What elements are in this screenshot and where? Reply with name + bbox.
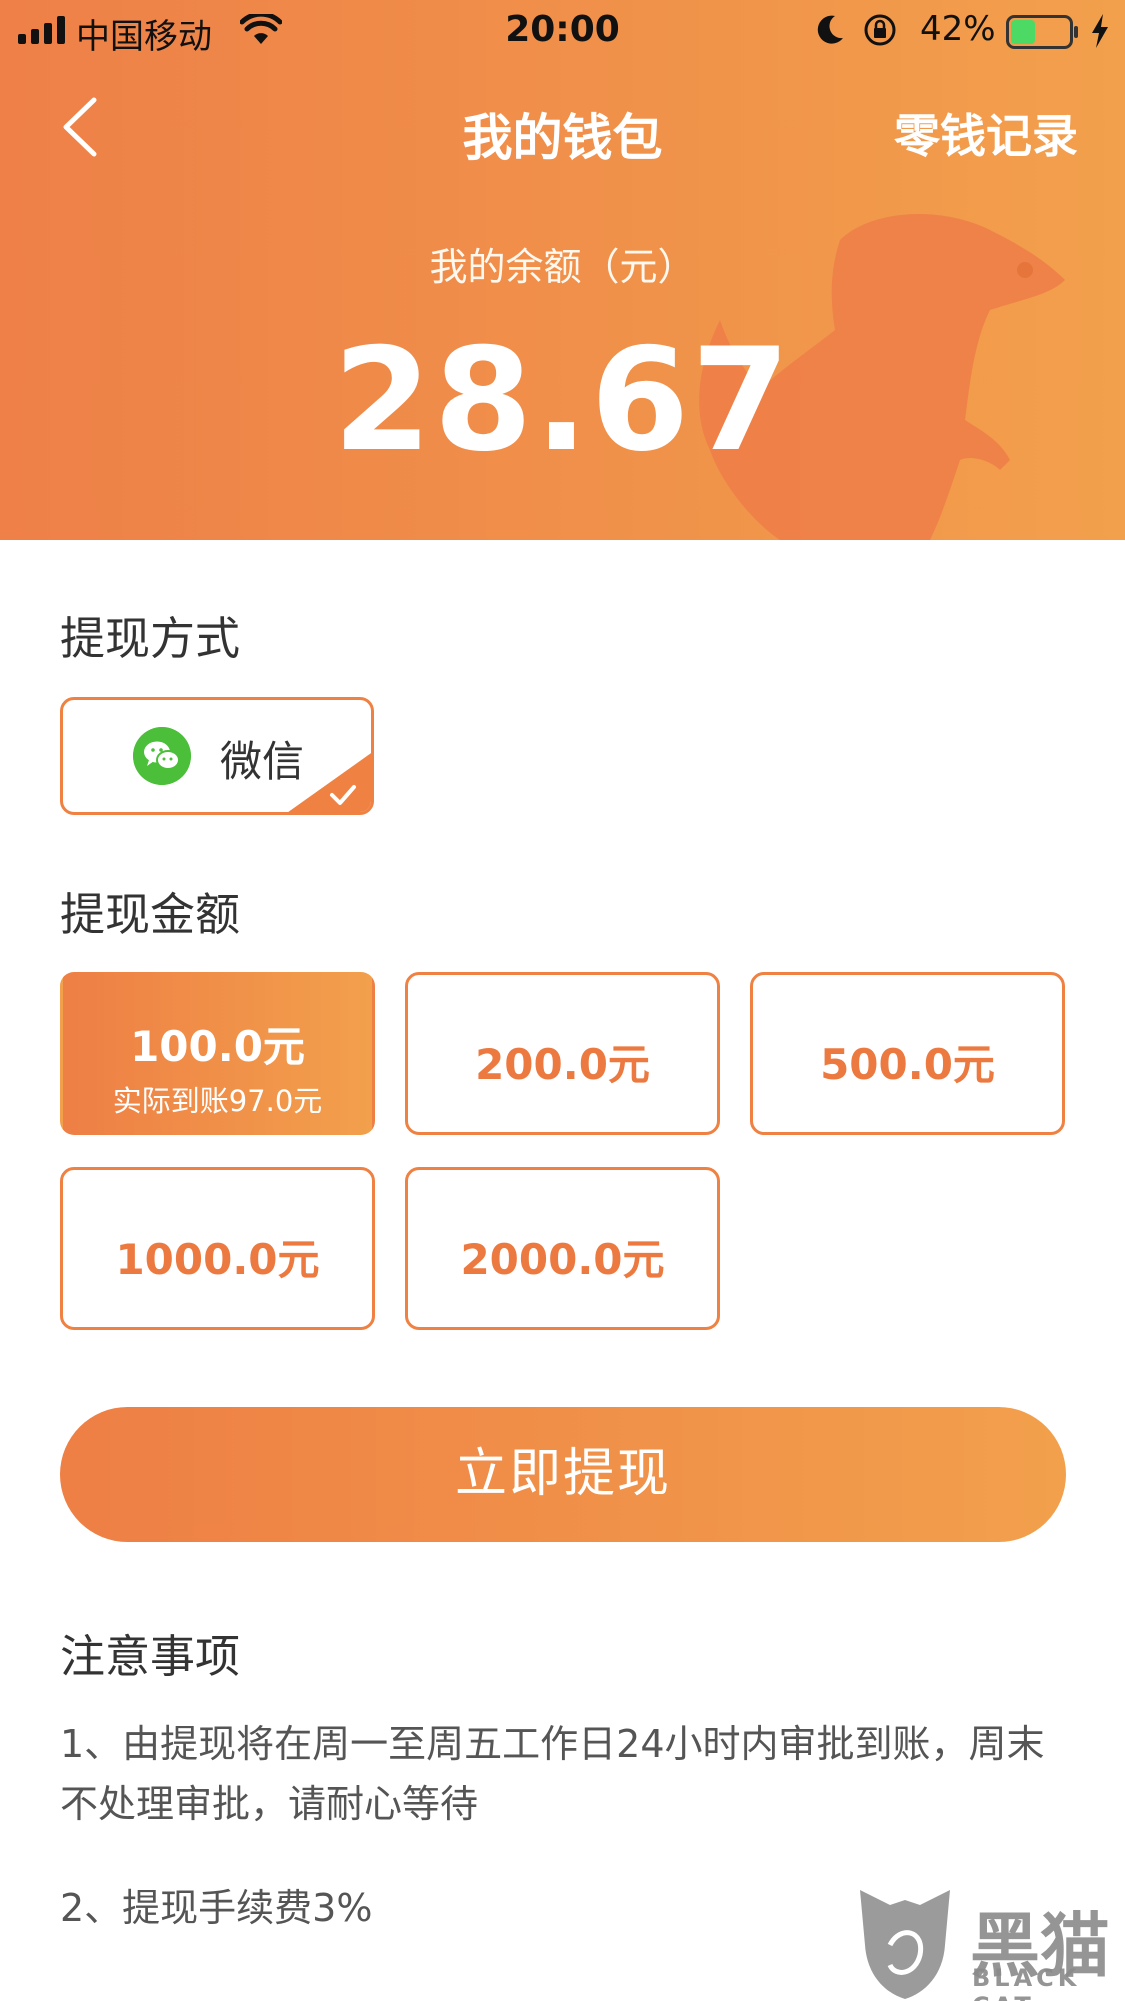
check-icon [288,753,371,812]
black-cat-logo-icon [860,1890,950,1999]
amount-option-label: 100.0元 [130,1022,305,1071]
wechat-icon [133,727,191,785]
status-bar: 中国移动 20:00 42% [0,0,1125,62]
amount-option-label: 2000.0元 [460,1235,665,1284]
charging-bolt-icon [1092,14,1108,48]
amount-option-label: 500.0元 [820,1040,995,1089]
withdraw-method-title: 提现方式 [60,612,241,665]
rotation-lock-icon [864,14,896,46]
actual-received-label: 实际到账97.0元 [112,1084,323,1118]
balance-label: 我的余额（元） [429,245,696,289]
amount-option-100[interactable]: 100.0元 实际到账97.0元 [60,972,375,1135]
amount-option-label: 1000.0元 [115,1235,320,1284]
moon-icon [817,15,843,44]
amount-option-500[interactable]: 500.0元 [750,972,1065,1135]
amount-option-1000[interactable]: 1000.0元 [60,1167,375,1330]
withdraw-amount-title: 提现金额 [60,888,241,941]
amount-option-2000[interactable]: 2000.0元 [405,1167,720,1330]
wechat-method-option[interactable]: 微信 [60,697,374,815]
balance-value: 28.67 [332,318,793,483]
battery-icon [1006,15,1078,49]
withdraw-now-button[interactable]: 立即提现 [60,1407,1066,1542]
amount-option-200[interactable]: 200.0元 [405,972,720,1135]
notice-item: 1、由提现将在周一至周五工作日24小时内审批到账，周末不处理审批，请耐心等待 [60,1722,1045,1826]
change-records-link[interactable]: 零钱记录 [894,100,1078,166]
notice-title: 注意事项 [60,1630,241,1683]
battery-percent: 42% [920,9,996,49]
amount-option-label: 200.0元 [475,1040,650,1089]
watermark-subtext: BLACK CAT [972,1964,1081,2001]
wallet-header: 中国移动 20:00 42% 我的钱包 零钱记录 我的余额（元） 28.67 [0,0,1125,540]
